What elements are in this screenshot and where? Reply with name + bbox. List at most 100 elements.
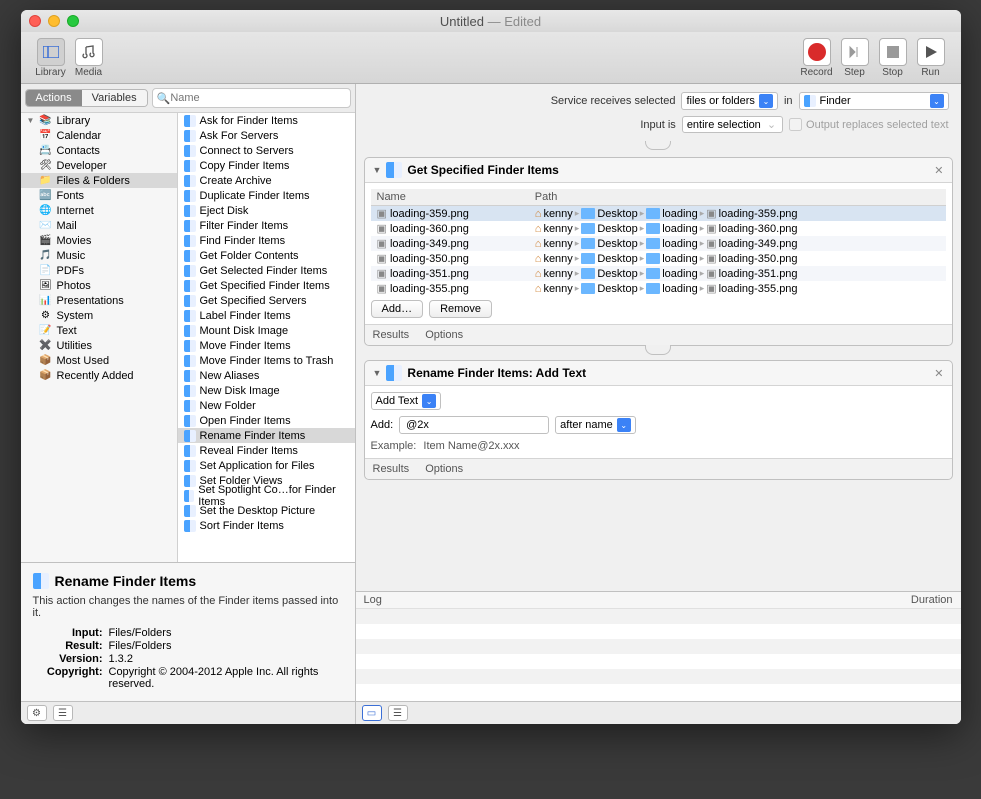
disclosure-triangle-icon[interactable]: ▼ bbox=[373, 165, 382, 175]
action-item[interactable]: Create Archive bbox=[178, 173, 355, 188]
category-item[interactable]: 📦Most Used bbox=[21, 353, 177, 368]
category-item[interactable]: ▼📚Library bbox=[21, 113, 177, 128]
info-description: This action changes the names of the Fin… bbox=[33, 595, 343, 619]
options-toggle[interactable]: Options bbox=[425, 463, 463, 475]
action-list[interactable]: Ask for Finder ItemsAsk For ServersConne… bbox=[178, 113, 355, 562]
service-app-select[interactable]: Finder⌄ bbox=[799, 92, 949, 110]
tab-actions[interactable]: Actions bbox=[26, 90, 82, 106]
action-item[interactable]: Set Application for Files bbox=[178, 458, 355, 473]
category-item[interactable]: 📊Presentations bbox=[21, 293, 177, 308]
action-item[interactable]: Set Spotlight Co…for Finder Items bbox=[178, 488, 355, 503]
action-item[interactable]: Ask For Servers bbox=[178, 128, 355, 143]
action-item[interactable]: Reveal Finder Items bbox=[178, 443, 355, 458]
log-pane: Log Duration bbox=[356, 591, 961, 701]
add-button[interactable]: Add… bbox=[371, 300, 424, 318]
options-toggle[interactable]: Options bbox=[425, 329, 463, 341]
category-item[interactable]: 📅Calendar bbox=[21, 128, 177, 143]
list-view-button[interactable]: ☰ bbox=[53, 705, 73, 721]
action-item[interactable]: Copy Finder Items bbox=[178, 158, 355, 173]
action-item[interactable]: Duplicate Finder Items bbox=[178, 188, 355, 203]
workflow-canvas[interactable]: ▼ Get Specified Finder Items ✕ Name Path… bbox=[356, 141, 961, 591]
close-action-icon[interactable]: ✕ bbox=[934, 164, 943, 177]
action-item[interactable]: Sort Finder Items bbox=[178, 518, 355, 533]
files-table: Name Path ▣ loading-359.png⌂ kenny ▸ Des… bbox=[371, 189, 946, 296]
tab-variables[interactable]: Variables bbox=[82, 90, 147, 106]
action-item[interactable]: Label Finder Items bbox=[178, 308, 355, 323]
run-button[interactable]: Run bbox=[913, 38, 949, 78]
action-item[interactable]: Eject Disk bbox=[178, 203, 355, 218]
action-item[interactable]: Get Specified Servers bbox=[178, 293, 355, 308]
table-row[interactable]: ▣ loading-349.png⌂ kenny ▸ Desktop ▸ loa… bbox=[371, 236, 946, 251]
action-info-pane: Rename Finder Items This action changes … bbox=[21, 562, 355, 701]
table-row[interactable]: ▣ loading-355.png⌂ kenny ▸ Desktop ▸ loa… bbox=[371, 281, 946, 296]
search-icon: 🔍 bbox=[157, 92, 171, 105]
finder-icon bbox=[386, 365, 402, 381]
window-title: Untitled — Edited bbox=[21, 14, 961, 29]
action-rename-finder-items: ▼ Rename Finder Items: Add Text ✕ Add Te… bbox=[364, 360, 953, 480]
add-text-input[interactable] bbox=[399, 416, 549, 434]
action-item[interactable]: Mount Disk Image bbox=[178, 323, 355, 338]
category-item[interactable]: 🌐Internet bbox=[21, 203, 177, 218]
record-button[interactable]: Record bbox=[799, 38, 835, 78]
table-row[interactable]: ▣ loading-351.png⌂ kenny ▸ Desktop ▸ loa… bbox=[371, 266, 946, 281]
category-item[interactable]: 📄PDFs bbox=[21, 263, 177, 278]
library-button[interactable]: Library bbox=[33, 38, 69, 78]
action-item[interactable]: Move Finder Items to Trash bbox=[178, 353, 355, 368]
workflow-view-button[interactable]: ▭ bbox=[362, 705, 382, 721]
finder-icon bbox=[33, 573, 49, 589]
col-name[interactable]: Name bbox=[371, 189, 529, 206]
action-item[interactable]: Get Folder Contents bbox=[178, 248, 355, 263]
category-item[interactable]: 🔤Fonts bbox=[21, 188, 177, 203]
remove-button[interactable]: Remove bbox=[429, 300, 492, 318]
action-item[interactable]: Get Selected Finder Items bbox=[178, 263, 355, 278]
step-button[interactable]: Step bbox=[837, 38, 873, 78]
category-item[interactable]: 🎵Music bbox=[21, 248, 177, 263]
action-item[interactable]: New Folder bbox=[178, 398, 355, 413]
duration-col[interactable]: Duration bbox=[911, 594, 953, 606]
table-row[interactable]: ▣ loading-350.png⌂ kenny ▸ Desktop ▸ loa… bbox=[371, 251, 946, 266]
input-is-label: Input is bbox=[640, 119, 675, 131]
media-button[interactable]: Media bbox=[71, 38, 107, 78]
action-item[interactable]: Find Finder Items bbox=[178, 233, 355, 248]
service-input-select[interactable]: files or folders⌄ bbox=[681, 92, 777, 110]
category-item[interactable]: 📁Files & Folders bbox=[21, 173, 177, 188]
results-toggle[interactable]: Results bbox=[373, 329, 410, 341]
category-item[interactable]: ⚙System bbox=[21, 308, 177, 323]
results-toggle[interactable]: Results bbox=[373, 463, 410, 475]
action-item[interactable]: Connect to Servers bbox=[178, 143, 355, 158]
category-item[interactable]: 📇Contacts bbox=[21, 143, 177, 158]
rename-mode-select[interactable]: Add Text⌄ bbox=[371, 392, 442, 410]
col-path[interactable]: Path bbox=[529, 189, 946, 206]
disclosure-triangle-icon[interactable]: ▼ bbox=[373, 368, 382, 378]
category-item[interactable]: 📦Recently Added bbox=[21, 368, 177, 383]
category-item[interactable]: 🖼Photos bbox=[21, 278, 177, 293]
action-get-specified-finder-items: ▼ Get Specified Finder Items ✕ Name Path… bbox=[364, 157, 953, 346]
category-item[interactable]: ✖️Utilities bbox=[21, 338, 177, 353]
close-action-icon[interactable]: ✕ bbox=[934, 367, 943, 380]
action-item[interactable]: Move Finder Items bbox=[178, 338, 355, 353]
input-is-select[interactable]: entire selection⌄ bbox=[682, 116, 783, 133]
output-replaces-checkbox bbox=[789, 118, 802, 131]
action-item[interactable]: Filter Finder Items bbox=[178, 218, 355, 233]
action-item[interactable]: New Disk Image bbox=[178, 383, 355, 398]
category-item[interactable]: 🎬Movies bbox=[21, 233, 177, 248]
log-view-button[interactable]: ☰ bbox=[388, 705, 408, 721]
table-row[interactable]: ▣ loading-359.png⌂ kenny ▸ Desktop ▸ loa… bbox=[371, 206, 946, 222]
action-item[interactable]: New Aliases bbox=[178, 368, 355, 383]
category-item[interactable]: 🛠Developer bbox=[21, 158, 177, 173]
position-select[interactable]: after name⌄ bbox=[555, 416, 636, 434]
category-item[interactable]: 📝Text bbox=[21, 323, 177, 338]
action-item[interactable]: Rename Finder Items bbox=[178, 428, 355, 443]
action-item[interactable]: Ask for Finder Items bbox=[178, 113, 355, 128]
action-item[interactable]: Get Specified Finder Items bbox=[178, 278, 355, 293]
stop-button[interactable]: Stop bbox=[875, 38, 911, 78]
category-list[interactable]: ▼📚Library📅Calendar📇Contacts🛠Developer📁Fi… bbox=[21, 113, 178, 562]
table-row[interactable]: ▣ loading-360.png⌂ kenny ▸ Desktop ▸ loa… bbox=[371, 221, 946, 236]
search-input[interactable]: 🔍 bbox=[152, 88, 351, 108]
action-item[interactable]: Open Finder Items bbox=[178, 413, 355, 428]
log-col[interactable]: Log bbox=[364, 594, 382, 606]
finder-icon bbox=[386, 162, 402, 178]
service-receives-label: Service receives selected bbox=[551, 95, 676, 107]
settings-button[interactable]: ⚙ bbox=[27, 705, 47, 721]
category-item[interactable]: ✉️Mail bbox=[21, 218, 177, 233]
